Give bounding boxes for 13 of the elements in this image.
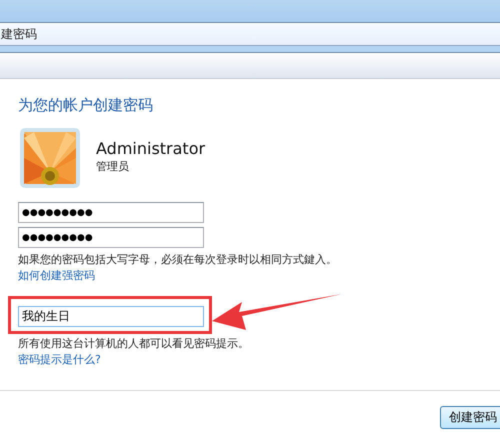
account-type: 管理员 xyxy=(96,159,130,174)
breadcrumb-item[interactable]: 建密码 xyxy=(0,26,37,42)
create-password-button[interactable]: 创建密码 xyxy=(440,406,500,428)
password-field[interactable]: ●●●●●●●●● xyxy=(18,202,204,223)
page-heading: 为您的帐户创建密码 xyxy=(18,96,153,115)
hint-help-link[interactable]: 密码提示是什么? xyxy=(18,352,101,368)
hint-note: 所有使用这台计算机的人都可以看见密码提示。 xyxy=(18,336,249,352)
caps-note: 如果您的密码包括大写字母，必须在每次登录时以相同方式鍵入。 xyxy=(18,252,337,268)
address-bar[interactable]: 建密码 xyxy=(0,22,500,46)
strong-password-link[interactable]: 如何创建强密码 xyxy=(18,268,95,284)
hint-field[interactable]: 我的生日 xyxy=(18,306,204,327)
password-field[interactable]: ●●●●●●●●● xyxy=(18,227,204,248)
account-name: Administrator xyxy=(96,139,206,158)
